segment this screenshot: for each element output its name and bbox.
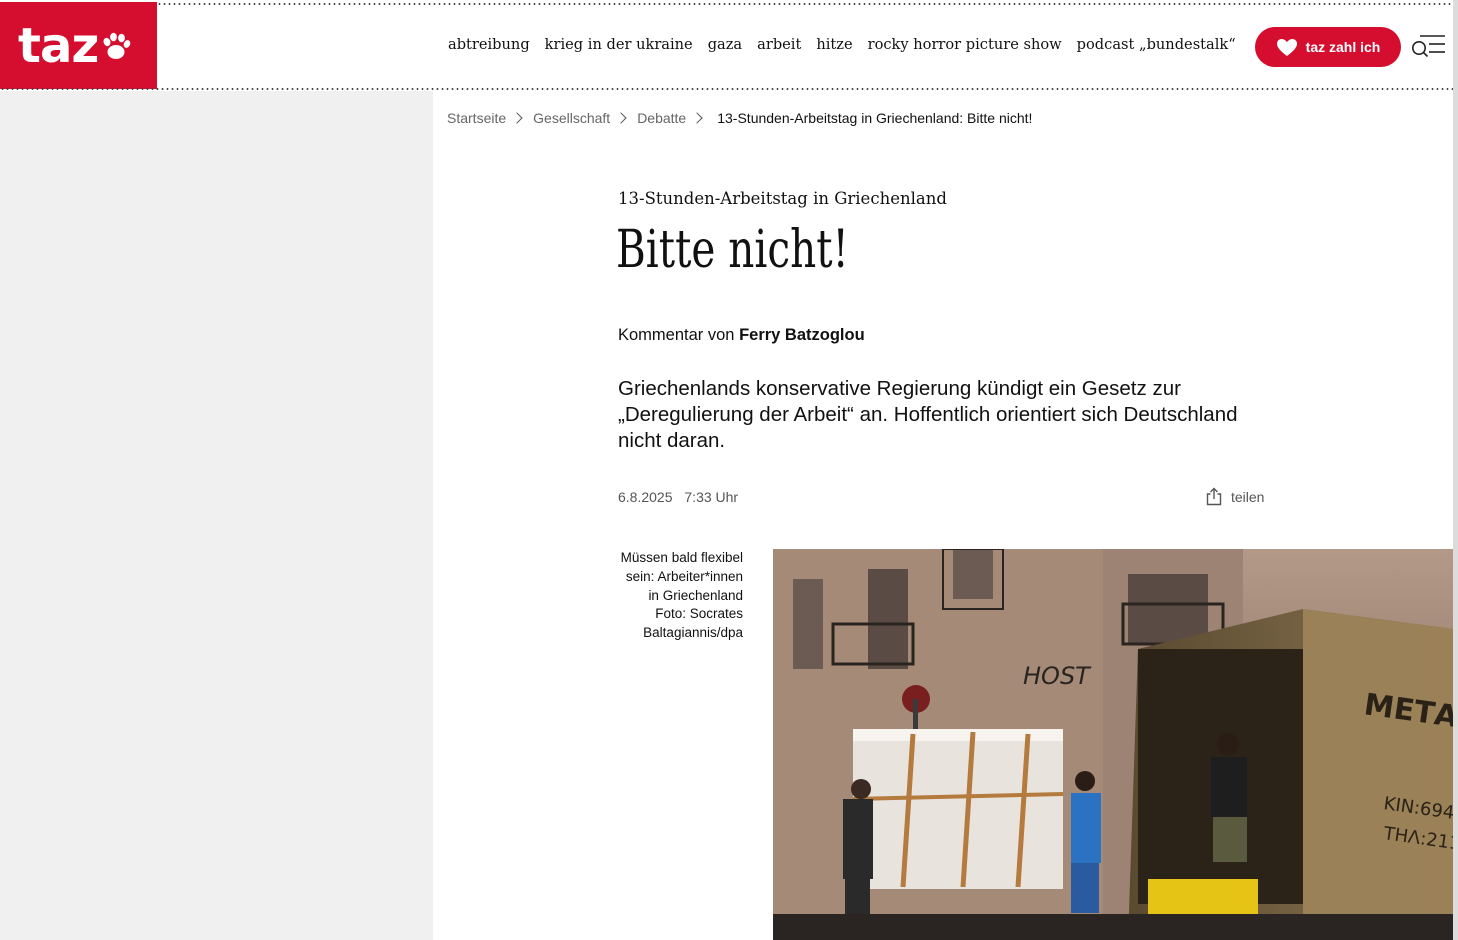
caption-credit: Baltagiannis/dpa [643,625,743,641]
article-lead: Griechenlands konservative Regierung kün… [618,377,1238,452]
nav-item-arbeit[interactable]: arbeit [757,36,801,53]
nav-item-abtreibung[interactable]: abtreibung [448,36,530,53]
byline-prefix: Kommentar von [618,326,735,344]
nav-item-hitze[interactable]: hitze [816,36,852,53]
caption-credit: Foto: Socrates [655,606,743,622]
chevron-right-icon [691,112,703,124]
page-scrollbar[interactable] [1453,0,1458,940]
search-menu-button[interactable] [1410,33,1446,59]
chevron-right-icon [511,112,523,124]
paw-icon [103,32,131,59]
chevron-right-icon [615,112,627,124]
breadcrumb-startseite[interactable]: Startseite [447,110,506,126]
image-caption: Müssen bald flexibel sein: Arbeiter*inne… [590,549,743,643]
share-button[interactable]: teilen [1205,487,1264,506]
nav-item-krieg-in-der-ukraine[interactable]: krieg in der ukraine [545,36,693,53]
nav-item-gaza[interactable]: gaza [708,36,742,53]
article-photo[interactable]: HOST ΜΕΤΑΦ ΚΙΝ:6944 ΤΗΛ:211 [773,549,1453,940]
logo-text: taz [18,17,99,74]
article-kicker: 13-Stunden-Arbeitstag in Griechenland [618,189,947,208]
nav-item-rocky-horror[interactable]: rocky horror picture show [868,36,1062,53]
caption-line: Müssen bald flexibel [620,550,743,565]
taz-logo[interactable]: taz [0,2,157,89]
taz-zahl-ich-button[interactable]: taz zahl ich [1255,27,1401,67]
article-headline: Bitte nicht! [616,220,849,280]
caption-line: in Griechenland [648,587,743,603]
share-icon [1206,487,1222,506]
photo-illustration: HOST ΜΕΤΑΦ ΚΙΝ:6944 ΤΗΛ:211 [773,549,1453,940]
donate-label: taz zahl ich [1305,39,1381,55]
left-margin-panel [0,91,433,940]
caption-line: sein: Arbeiter*innen [625,568,743,584]
heart-icon [1276,38,1297,56]
site-header: taz abtreibung krieg in der ukraine gaza… [0,0,1453,91]
article-date: 6.8.2025 [618,489,673,505]
byline-author[interactable]: Ferry Batzoglou [739,326,865,344]
breadcrumb-current: 13-Stunden-Arbeitstag in Griechenland: B… [717,110,1033,126]
svg-text:HOST: HOST [1023,662,1092,690]
nav-item-podcast-bundestalk[interactable]: podcast „bundestalk“ [1077,36,1236,53]
article-meta: 6.8.2025 7:33 Uhr [618,489,738,505]
article-byline: Kommentar von Ferry Batzoglou [618,326,865,345]
breadcrumb-debatte[interactable]: Debatte [637,110,686,126]
breadcrumb: Startseite Gesellschaft Debatte 13-Stund… [447,110,1032,126]
topic-nav: abtreibung krieg in der ukraine gaza arb… [448,36,1236,53]
share-label: teilen [1231,488,1265,505]
header-dotted-line-bottom [0,88,1453,90]
article-time: 7:33 Uhr [684,489,739,505]
search-menu-icon [1412,35,1445,58]
breadcrumb-gesellschaft[interactable]: Gesellschaft [533,110,610,126]
header-dotted-line-top [157,3,1453,5]
